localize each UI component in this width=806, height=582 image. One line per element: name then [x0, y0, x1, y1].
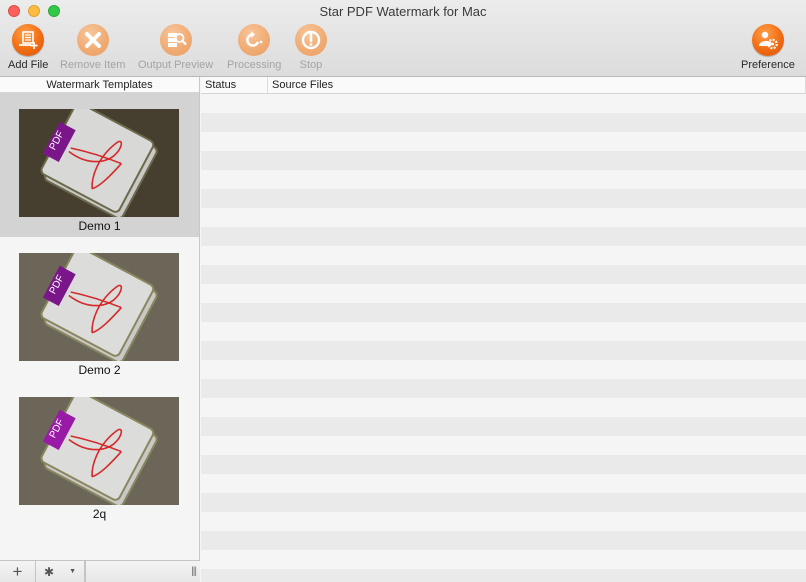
user-gear-icon — [751, 24, 784, 56]
plus-icon: + — [12, 561, 23, 581]
template-thumbnail: PDF — [19, 109, 179, 217]
table-row[interactable] — [201, 227, 806, 246]
table-row[interactable] — [201, 265, 806, 284]
template-thumbnail: PDF — [19, 397, 179, 505]
window-title: Star PDF Watermark for Mac — [319, 4, 487, 19]
table-row[interactable] — [201, 208, 806, 227]
table-row[interactable] — [201, 322, 806, 341]
preference-button[interactable]: Preference — [741, 24, 795, 71]
add-file-button[interactable]: Add File — [8, 24, 48, 71]
column-header-status[interactable]: Status — [201, 77, 268, 93]
processing-label: Processing — [227, 59, 282, 71]
table-row[interactable] — [201, 94, 806, 113]
gear-icon: ✱ — [44, 564, 55, 579]
templates-sidebar: Watermark Templates PDF Demo 1 PDF Demo … — [0, 77, 200, 582]
template-item-demo-1[interactable]: PDF Demo 1 — [0, 93, 199, 237]
preview-magnifier-icon — [159, 24, 192, 56]
add-file-icon — [12, 24, 45, 56]
template-thumbnail: PDF — [19, 253, 179, 361]
refresh-icon — [238, 24, 271, 56]
stop-label: Stop — [299, 59, 323, 71]
template-item-demo-2[interactable]: PDF Demo 2 — [0, 237, 199, 381]
table-row[interactable] — [201, 474, 806, 493]
template-name: Demo 1 — [78, 219, 121, 233]
table-row[interactable] — [201, 569, 806, 582]
table-row[interactable] — [201, 550, 806, 569]
table-row[interactable] — [201, 531, 806, 550]
table-row[interactable] — [201, 303, 806, 322]
pdf-document-icon: PDF — [40, 253, 158, 361]
table-row[interactable] — [201, 379, 806, 398]
add-template-button[interactable]: + — [0, 561, 36, 582]
table-row[interactable] — [201, 284, 806, 303]
processing-button[interactable]: Processing — [227, 24, 281, 71]
table-row[interactable] — [201, 512, 806, 531]
templates-header: Watermark Templates — [0, 77, 199, 93]
table-row[interactable] — [201, 398, 806, 417]
template-actions-menu[interactable]: ✱ ▼ — [36, 561, 85, 582]
title-toolbar: Star PDF Watermark for Mac Add File Remo… — [0, 0, 806, 77]
pdf-document-icon: PDF — [40, 397, 158, 505]
table-row[interactable] — [201, 151, 806, 170]
preference-label: Preference — [741, 59, 795, 71]
output-preview-button[interactable]: Output Preview — [138, 24, 213, 71]
table-row[interactable] — [201, 189, 806, 208]
table-row[interactable] — [201, 417, 806, 436]
table-row[interactable] — [201, 113, 806, 132]
table-body[interactable] — [201, 94, 806, 582]
template-item-2q[interactable]: PDF 2q — [0, 381, 199, 525]
remove-item-label: Remove Item — [60, 59, 126, 71]
column-header-source-files[interactable]: Source Files — [268, 77, 806, 93]
add-file-label: Add File — [8, 59, 49, 71]
table-row[interactable] — [201, 360, 806, 379]
output-preview-label: Output Preview — [138, 59, 214, 71]
table-row[interactable] — [201, 246, 806, 265]
remove-x-icon — [76, 24, 109, 56]
table-row[interactable] — [201, 132, 806, 151]
template-name: Demo 2 — [78, 363, 121, 377]
table-row[interactable] — [201, 436, 806, 455]
source-files-table: Status Source Files — [201, 77, 806, 582]
resize-grip-icon: ||| — [191, 566, 197, 577]
table-row[interactable] — [201, 455, 806, 474]
stop-power-icon — [295, 24, 327, 56]
remove-item-button[interactable]: Remove Item — [60, 24, 125, 71]
sidebar-bottom-bar: + ✱ ▼ ||| — [0, 560, 200, 582]
table-row[interactable] — [201, 341, 806, 360]
chevron-down-icon: ▼ — [69, 568, 76, 575]
sidebar-resize-handle[interactable]: ||| — [85, 561, 200, 582]
table-row[interactable] — [201, 170, 806, 189]
template-name: 2q — [92, 507, 107, 521]
app-window: Star PDF Watermark for Mac Add File Remo… — [0, 0, 806, 582]
table-row[interactable] — [201, 493, 806, 512]
table-header: Status Source Files — [201, 77, 806, 94]
pdf-document-icon: PDF — [40, 109, 158, 217]
stop-button[interactable]: Stop — [295, 24, 327, 71]
